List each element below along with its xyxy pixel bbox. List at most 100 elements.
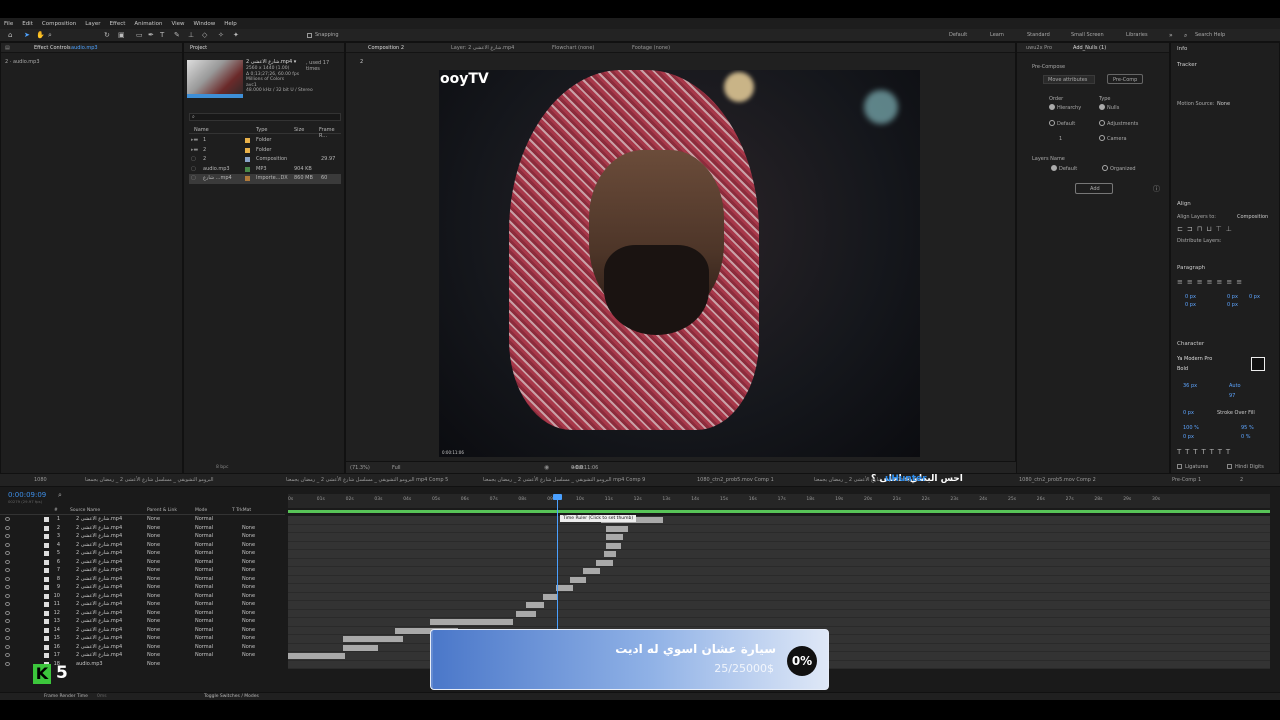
track-lane[interactable] bbox=[288, 601, 1270, 610]
track-lane[interactable] bbox=[288, 550, 1270, 559]
layer-duration-bar[interactable] bbox=[606, 525, 628, 532]
workspace-small-screen[interactable]: Small Screen bbox=[1071, 32, 1104, 38]
search-help-field[interactable]: Search Help bbox=[1195, 32, 1225, 38]
ligatures-checkbox[interactable] bbox=[1177, 464, 1182, 469]
hindi-digits-checkbox[interactable] bbox=[1227, 464, 1232, 469]
order-hierarchy-radio[interactable] bbox=[1049, 104, 1055, 110]
type-adjustments-radio[interactable] bbox=[1099, 120, 1105, 126]
name-organized-radio[interactable] bbox=[1102, 165, 1108, 171]
col-name[interactable]: Name bbox=[194, 127, 209, 133]
menu-composition[interactable]: Composition bbox=[42, 21, 76, 27]
label-swatch[interactable] bbox=[245, 138, 250, 143]
track-lane[interactable] bbox=[288, 533, 1270, 542]
track-lane[interactable] bbox=[288, 609, 1270, 618]
eraser-tool-icon[interactable]: ◇ bbox=[202, 32, 209, 39]
project-search[interactable]: ⌕ bbox=[189, 113, 341, 121]
layer-duration-bar[interactable] bbox=[606, 542, 621, 549]
paragraph-align-buttons[interactable]: ≡≡≡≡≡≡≡ bbox=[1177, 278, 1275, 286]
layer-duration-bar[interactable] bbox=[288, 653, 345, 659]
hand-tool-icon[interactable]: ✋ bbox=[36, 32, 45, 39]
project-item[interactable]: ▢ audio.mp3 MP3 904 KB bbox=[189, 165, 341, 175]
font-size-field[interactable]: 36 px bbox=[1183, 383, 1197, 389]
layer-duration-bar[interactable] bbox=[430, 619, 513, 625]
zoom-tool-icon[interactable]: ⌕ bbox=[48, 32, 55, 39]
space-after[interactable]: 0 px bbox=[1227, 302, 1238, 308]
rectangle-tool-icon[interactable]: ▭ bbox=[136, 32, 143, 39]
motion-source-value[interactable]: None bbox=[1217, 101, 1230, 107]
resolution-select[interactable]: Full bbox=[392, 465, 401, 471]
label-swatch[interactable] bbox=[245, 147, 250, 153]
track-lane[interactable] bbox=[288, 558, 1270, 567]
col-type[interactable]: Type bbox=[256, 127, 267, 133]
tsume-field[interactable]: 0 % bbox=[1241, 434, 1251, 440]
workspace-learn[interactable]: Learn bbox=[990, 32, 1004, 38]
comp-breadcrumb[interactable]: 2 bbox=[360, 59, 363, 65]
tab-uwu2x-pro[interactable]: uwu2x Pro bbox=[1026, 45, 1052, 51]
track-lane[interactable] bbox=[288, 575, 1270, 584]
menu-layer[interactable]: Layer bbox=[85, 21, 100, 27]
menu-file[interactable]: File bbox=[4, 21, 13, 27]
track-lane[interactable] bbox=[288, 516, 1270, 525]
type-nulls-radio[interactable] bbox=[1099, 104, 1105, 110]
align-buttons[interactable]: ⊏⊐⊓⊔⊤⊥ bbox=[1177, 225, 1275, 233]
project-item[interactable]: ▢ شارع ...mp4 Importe...DX 860 MB 60 bbox=[189, 174, 341, 184]
snapping-checkbox[interactable] bbox=[307, 33, 312, 38]
baseline-shift-field[interactable]: 0 px bbox=[1183, 434, 1194, 440]
tracking-field[interactable]: 97 bbox=[1229, 393, 1235, 399]
workspace-libraries[interactable]: Libraries bbox=[1126, 32, 1148, 38]
label-swatch[interactable] bbox=[245, 157, 250, 162]
info-icon[interactable]: ⓘ bbox=[1153, 184, 1160, 194]
layer-duration-bar[interactable] bbox=[570, 576, 586, 583]
layer-duration-bar[interactable] bbox=[343, 636, 403, 642]
vertical-scale-field[interactable]: 100 % bbox=[1183, 425, 1199, 431]
composition-tab[interactable]: Composition 2 bbox=[368, 45, 404, 51]
track-lane[interactable] bbox=[288, 618, 1270, 627]
align-panel-title[interactable]: Align bbox=[1177, 201, 1191, 207]
project-item[interactable]: ▸▬ 2 Folder bbox=[189, 146, 341, 156]
indent-left[interactable]: 0 px bbox=[1185, 294, 1196, 300]
leading-field[interactable]: Auto bbox=[1229, 383, 1241, 389]
layer-duration-bar[interactable] bbox=[343, 644, 378, 651]
paragraph-panel-title[interactable]: Paragraph bbox=[1177, 265, 1205, 271]
toggle-switches-modes[interactable]: Toggle Switches / Modes bbox=[204, 694, 259, 699]
layer-duration-bar[interactable] bbox=[583, 568, 600, 574]
track-lane[interactable] bbox=[288, 592, 1270, 601]
project-tab[interactable]: Project bbox=[190, 45, 207, 51]
track-lane[interactable] bbox=[288, 567, 1270, 576]
more-workspaces-icon[interactable]: » bbox=[1169, 32, 1176, 39]
name-default-radio[interactable] bbox=[1051, 165, 1057, 171]
horizontal-scale-field[interactable]: 95 % bbox=[1241, 425, 1254, 431]
menu-animation[interactable]: Animation bbox=[134, 21, 162, 27]
type-tool-icon[interactable]: T bbox=[160, 32, 167, 39]
effect-controls-tab[interactable]: Effect Controls bbox=[34, 45, 71, 51]
first-indent[interactable]: 0 px bbox=[1249, 294, 1260, 300]
stroke-width-field[interactable]: 0 px bbox=[1183, 410, 1194, 416]
space-before[interactable]: 0 px bbox=[1185, 302, 1196, 308]
current-time[interactable]: 0:00:11:06 bbox=[571, 465, 598, 471]
menu-window[interactable]: Window bbox=[194, 21, 216, 27]
layer-duration-bar[interactable] bbox=[543, 593, 558, 600]
brush-tool-icon[interactable]: ✎ bbox=[174, 32, 181, 39]
layer-duration-bar[interactable] bbox=[516, 610, 536, 617]
align-to-value[interactable]: Composition bbox=[1237, 214, 1268, 220]
faux-style-buttons[interactable]: TTTTTTT bbox=[1177, 448, 1275, 456]
layer-tab[interactable]: Layer: شارع الاعشى 2.mp4 bbox=[451, 45, 514, 51]
add-button[interactable]: Add bbox=[1075, 183, 1113, 194]
menu-view[interactable]: View bbox=[171, 21, 184, 27]
fill-color-swatch[interactable] bbox=[1251, 357, 1265, 371]
font-family-select[interactable]: Ya Modern Pro bbox=[1177, 356, 1212, 362]
selection-tool-icon[interactable]: ➤ bbox=[24, 32, 31, 39]
roto-tool-icon[interactable]: ✧ bbox=[218, 32, 225, 39]
menu-effect[interactable]: Effect bbox=[110, 21, 126, 27]
menu-edit[interactable]: Edit bbox=[22, 21, 33, 27]
move-attributes-select[interactable]: Move attributes bbox=[1043, 75, 1095, 84]
col-size[interactable]: Size bbox=[294, 127, 304, 133]
type-camera-radio[interactable] bbox=[1099, 135, 1105, 141]
camera-tool-icon[interactable]: ▣ bbox=[118, 32, 125, 39]
flowchart-tab[interactable]: Flowchart (none) bbox=[552, 45, 594, 51]
label-swatch[interactable] bbox=[245, 166, 250, 172]
bpc-label[interactable]: 8 bpc bbox=[216, 465, 228, 470]
layer-duration-bar[interactable] bbox=[606, 534, 623, 540]
order-default-radio[interactable] bbox=[1049, 120, 1055, 126]
menu-help[interactable]: Help bbox=[224, 21, 237, 27]
